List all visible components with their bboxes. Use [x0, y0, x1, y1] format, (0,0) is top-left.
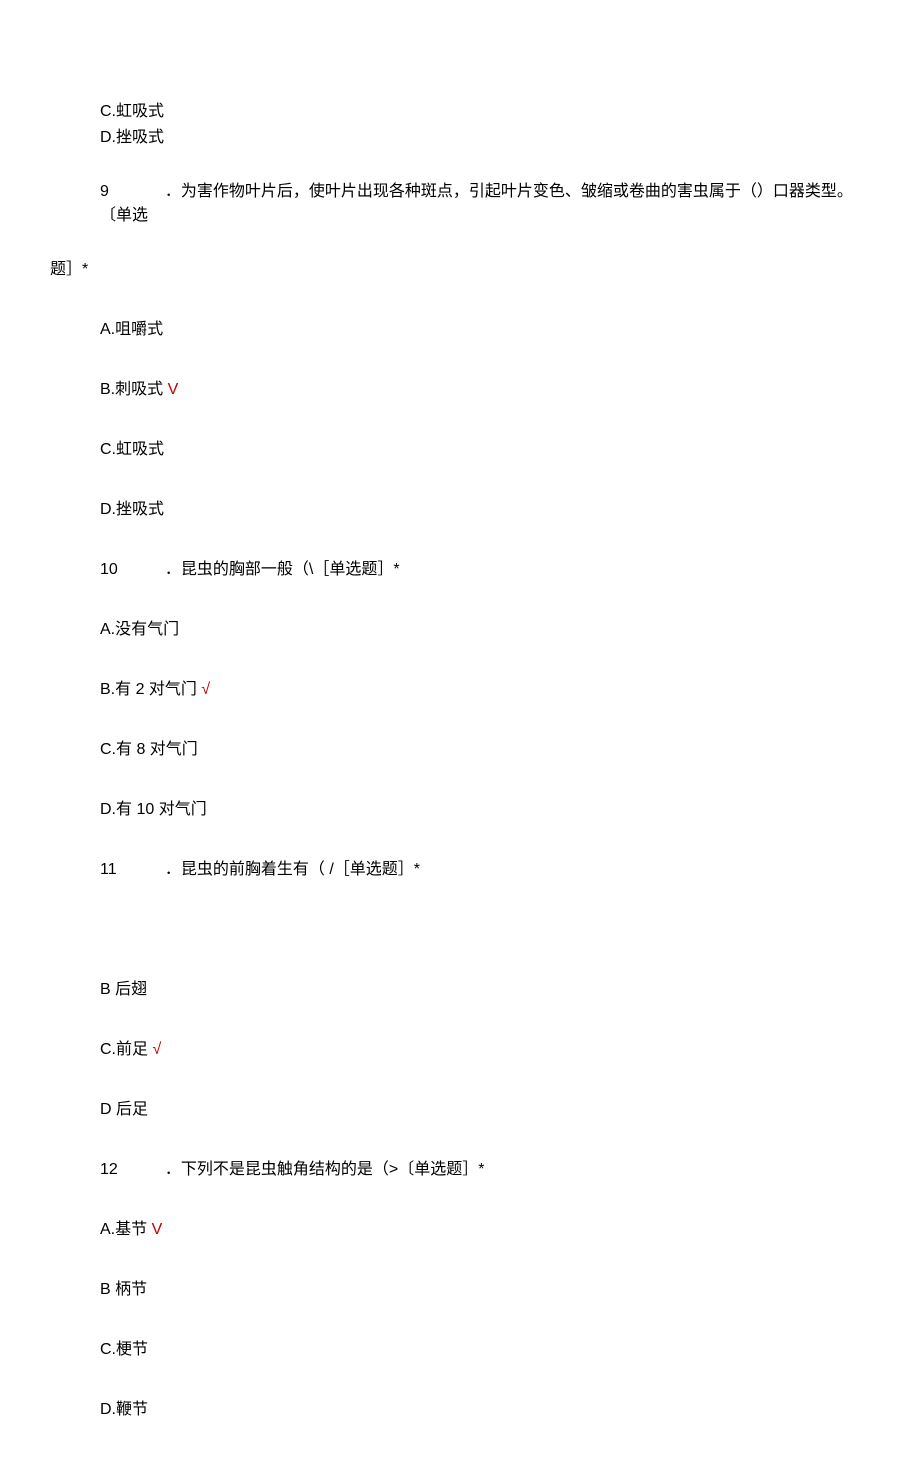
question-number: 11 — [100, 858, 128, 882]
option-c: C.虹吸式 — [100, 438, 870, 462]
option-d: D.有 10 对气门 — [100, 798, 870, 822]
option-label: B.刺吸式 — [100, 381, 163, 398]
option-c: C.有 8 对气门 — [100, 738, 870, 762]
option-c: C.虹吸式 — [100, 100, 870, 124]
question-body: ．昆虫的胸部一般（\［单选题］* — [165, 561, 400, 578]
question-body: ．下列不是昆虫触角结构的是（>〔单选题］* — [165, 1161, 485, 1178]
option-c: C.梗节 — [100, 1338, 870, 1362]
question-12: 12 ．下列不是昆虫触角结构的是（>〔单选题］* — [100, 1158, 870, 1182]
option-label: B.有 2 对气门 — [100, 681, 197, 698]
question-number: 9 — [100, 180, 128, 204]
option-label: C.前足 — [100, 1041, 148, 1058]
option-label: A.基节 — [100, 1221, 147, 1238]
correct-mark: √ — [148, 1041, 161, 1058]
option-b: B.刺吸式 V — [100, 378, 870, 402]
question-number: 10 — [100, 558, 128, 582]
option-b: B.有 2 对气门 √ — [100, 678, 870, 702]
document-page: C.虹吸式 D.挫吸式 9 ．为害作物叶片后，使叶片出现各种斑点，引起叶片变色、… — [0, 0, 920, 1472]
option-a: A.基节 V — [100, 1218, 870, 1242]
option-d: D.鞭节 — [100, 1398, 870, 1422]
correct-mark: V — [163, 381, 178, 398]
option-b: B 柄节 — [100, 1278, 870, 1302]
option-a: A.咀嚼式 — [100, 318, 870, 342]
question-text: 9 ．为害作物叶片后，使叶片出现各种斑点，引起叶片变色、皱缩或卷曲的害虫属于（）… — [100, 180, 870, 228]
question-body: ．昆虫的前胸着生有（ /［单选题］* — [165, 861, 420, 878]
option-d: D 后足 — [100, 1098, 870, 1122]
option-d: D.挫吸式 — [100, 126, 870, 150]
question-number: 12 — [100, 1158, 128, 1182]
question-tail: 题］* — [50, 258, 870, 282]
option-d: D.挫吸式 — [100, 498, 870, 522]
option-b: B 后翅 — [100, 978, 870, 1002]
question-11: 11 ．昆虫的前胸着生有（ /［单选题］* — [100, 858, 870, 882]
option-c: C.前足 √ — [100, 1038, 870, 1062]
question-10: 10 ．昆虫的胸部一般（\［单选题］* — [100, 558, 870, 582]
option-a: A.没有气门 — [100, 618, 870, 642]
question-body: ．为害作物叶片后，使叶片出现各种斑点，引起叶片变色、皱缩或卷曲的害虫属于（）口器… — [100, 183, 853, 224]
correct-mark: V — [147, 1221, 162, 1238]
question-9: 9 ．为害作物叶片后，使叶片出现各种斑点，引起叶片变色、皱缩或卷曲的害虫属于（）… — [100, 180, 870, 228]
correct-mark: √ — [197, 681, 210, 698]
